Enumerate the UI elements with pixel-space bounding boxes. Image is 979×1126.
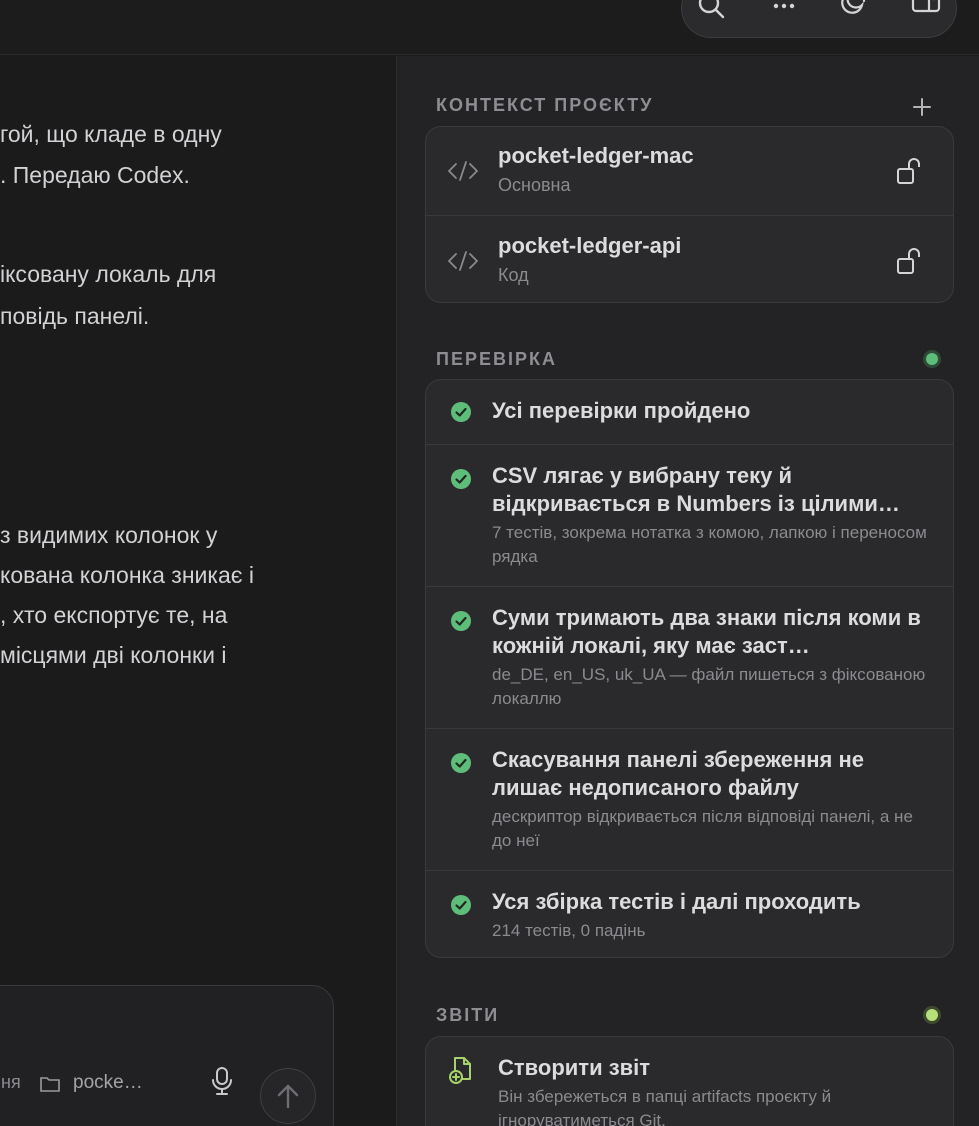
reports-status-dot — [926, 1009, 938, 1021]
reports-title: ЗВІТИ — [436, 1005, 500, 1025]
context-panel: КОНТЕКСТ ПРОЄКТУ pocket-ledger-mac Основ… — [396, 56, 979, 1126]
add-project-icon[interactable] — [911, 96, 933, 118]
project-item[interactable]: pocket-ledger-api Код — [426, 215, 953, 302]
check-subtitle: 7 тестів, зокрема нотатка з комою, лапко… — [492, 523, 927, 566]
project-item[interactable]: pocket-ledger-mac Основна — [426, 127, 953, 215]
search-icon[interactable] — [696, 0, 728, 29]
microphone-icon[interactable] — [209, 1066, 235, 1096]
workspace-folder-selector[interactable]: pocke… — [73, 1072, 143, 1094]
toolbar — [681, 0, 957, 38]
check-subtitle: de_DE, en_US, uk_UA — файл пишеться з фі… — [492, 665, 926, 708]
verification-title: ПЕРЕВІРКА — [436, 349, 557, 369]
chat-message-line: гой, що кладе в одну — [0, 121, 222, 147]
check-title: Суми тримають два знаки після коми в кож… — [492, 605, 921, 658]
check-title: Усі перевірки пройдено — [492, 398, 751, 423]
unlock-icon[interactable] — [896, 246, 924, 276]
check-title: CSV лягає у вибрану теку й відкривається… — [492, 463, 900, 516]
chat-message-line: , хто експортує те, на — [0, 602, 228, 628]
check-title: Скасування панелі збереження не лишає не… — [492, 747, 865, 800]
project-name: pocket-ledger-mac — [498, 143, 694, 168]
project-context-title: КОНТЕКСТ ПРОЄКТУ — [436, 95, 654, 115]
check-subtitle: дескриптор відкривається після відповіді… — [492, 807, 913, 850]
send-button[interactable] — [260, 1068, 316, 1124]
folder-icon[interactable] — [39, 1074, 61, 1094]
check-circle-icon — [451, 402, 471, 422]
create-report-description: Він збережеться в папці artifacts проєкт… — [498, 1087, 832, 1126]
check-title: Уся збірка тестів і далі проходить — [492, 889, 861, 914]
unlock-icon[interactable] — [896, 156, 924, 186]
code-icon — [446, 249, 480, 273]
check-circle-icon — [451, 469, 471, 489]
message-composer[interactable]: ня pocke… — [0, 985, 334, 1126]
check-item: Скасування панелі збереження не лишає не… — [426, 728, 953, 870]
chat-message-line: повідь панелі. — [0, 303, 150, 329]
project-name: pocket-ledger-api — [498, 233, 682, 258]
check-circle-icon — [451, 753, 471, 773]
project-subtitle: Код — [498, 265, 529, 285]
chat-area: гой, що кладе в одну . Передаю Codex. ік… — [0, 56, 396, 1126]
check-circle-icon — [451, 611, 471, 631]
top-bar — [0, 0, 979, 55]
check-item: Суми тримають два знаки після коми в кож… — [426, 586, 953, 728]
chat-message-line: . Передаю Codex. — [0, 162, 190, 188]
project-list: pocket-ledger-mac Основна pocket-ledger-… — [425, 126, 954, 303]
theme-icon[interactable] — [840, 0, 872, 29]
create-report-card[interactable]: Створити звіт Він збережеться в папці ar… — [425, 1036, 954, 1126]
code-icon — [446, 159, 480, 183]
chat-message-line: кована колонка зникає і — [0, 562, 254, 588]
more-icon[interactable] — [768, 0, 800, 29]
project-subtitle: Основна — [498, 175, 571, 195]
check-item: Усі перевірки пройдено — [426, 380, 953, 444]
chat-message-line: місцями дві колонки і — [0, 642, 227, 668]
verification-status-dot — [926, 353, 938, 365]
new-document-icon — [449, 1057, 471, 1084]
chat-message-line: іксовану локаль для — [0, 261, 217, 287]
send-arrow-icon — [277, 1084, 299, 1109]
create-report-title: Створити звіт — [498, 1055, 651, 1080]
check-item: Уся збірка тестів і далі проходить 214 т… — [426, 870, 953, 957]
verification-list: Усі перевірки пройдено CSV лягає у вибра… — [425, 379, 954, 958]
sidebar-toggle-icon[interactable] — [910, 0, 942, 29]
mode-selector[interactable]: ня — [1, 1072, 21, 1093]
check-item: CSV лягає у вибрану теку й відкривається… — [426, 444, 953, 586]
chat-message-line: з видимих колонок у — [0, 522, 218, 548]
check-circle-icon — [451, 895, 471, 915]
check-subtitle: 214 тестів, 0 падінь — [492, 921, 646, 940]
